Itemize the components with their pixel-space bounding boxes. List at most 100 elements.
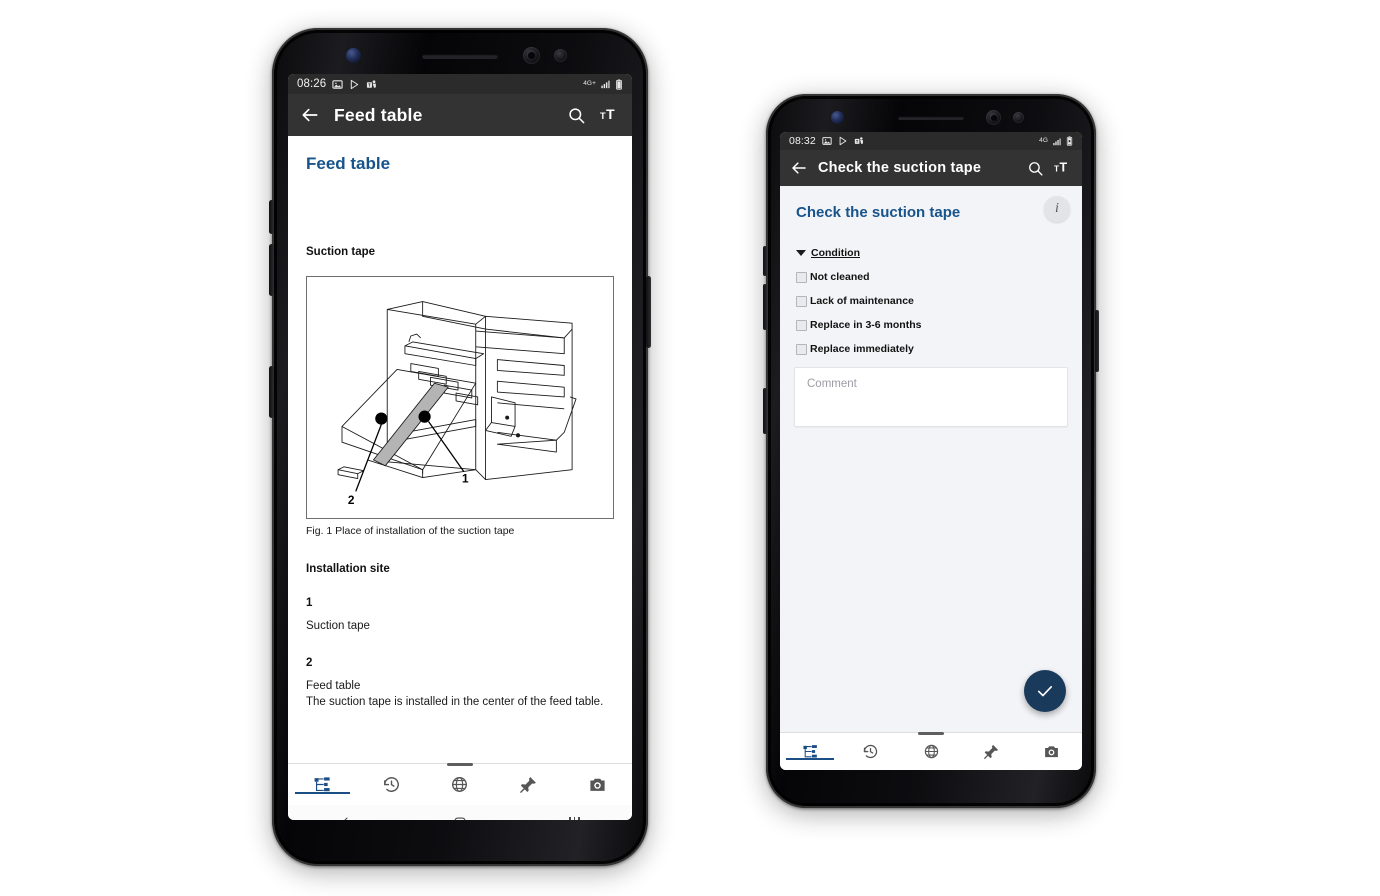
network-type-label: 4G+: [583, 79, 596, 87]
nav-item-structure[interactable]: [288, 775, 357, 794]
info-button[interactable]: i: [1044, 196, 1070, 222]
svg-text:T: T: [600, 111, 606, 121]
status-time: 08:26: [297, 78, 327, 90]
screenshot-canvas: 08:26 4G+ Feed table T T Feed table Suct…: [0, 0, 1380, 896]
text-size-icon[interactable]: T T: [600, 106, 620, 124]
document-content-left[interactable]: Feed table Suction tape 2 1 Fig. 1 Place…: [288, 136, 632, 763]
bixby-button-left[interactable]: [269, 200, 274, 234]
camera-icon: [1045, 746, 1059, 758]
legend-text-1: Suction tape: [306, 620, 370, 632]
globe-icon: [924, 744, 938, 759]
volume-down-button-right[interactable]: [763, 388, 767, 434]
condition-group-label: Condition: [811, 247, 860, 259]
iris-sensor-icon: [986, 110, 1001, 125]
android-back-button[interactable]: [288, 816, 403, 820]
nav-item-pinned[interactable]: [961, 743, 1021, 760]
photos-icon: [822, 136, 832, 146]
checkbox-label: Lack of maintenance: [810, 295, 914, 307]
earpiece-speaker: [422, 54, 498, 59]
iris-sensor-icon: [523, 47, 540, 64]
checkbox-row-lack-of-maintenance[interactable]: Lack of maintenance: [796, 295, 1082, 307]
svg-text:1: 1: [462, 472, 469, 486]
nav-item-camera[interactable]: [563, 775, 632, 794]
nav-item-camera[interactable]: [1022, 743, 1082, 760]
figure-container: 2 1: [306, 276, 614, 519]
nav-item-pinned[interactable]: [494, 775, 563, 794]
play-store-icon: [838, 136, 848, 146]
camera-icon: [590, 778, 605, 791]
history-clock-icon: [383, 777, 399, 792]
checkbox-replace-in-3-6-months[interactable]: [796, 320, 807, 331]
globe-icon: [452, 777, 468, 792]
legend-number-2: 2: [306, 656, 313, 669]
nav-item-web[interactable]: [901, 743, 961, 760]
feed-table-illustration: 2 1: [328, 277, 592, 513]
legend-number-1: 1: [306, 597, 313, 609]
status-bar-left-cluster: 08:26: [297, 78, 377, 90]
inspection-form: i Check the suction tape Condition Not c…: [780, 186, 1082, 732]
signal-bars-icon: [600, 79, 611, 89]
photos-icon: [332, 79, 343, 90]
android-home-button[interactable]: [403, 816, 518, 820]
android-recents-button[interactable]: [517, 816, 632, 820]
checkbox-replace-immediately[interactable]: [796, 344, 807, 355]
iris-sensor-inner: [528, 52, 535, 59]
text-size-icon[interactable]: T T: [1054, 160, 1072, 176]
status-time: 08:32: [789, 135, 816, 147]
checkbox-label: Replace in 3-6 months: [810, 319, 922, 331]
volume-up-button-right[interactable]: [763, 284, 767, 330]
checkbox-lack-of-maintenance[interactable]: [796, 296, 807, 307]
nav-item-structure[interactable]: [780, 743, 840, 760]
status-bar-left: 08:26 4G+: [288, 74, 632, 94]
recents-icon: [569, 816, 581, 820]
volume-down-button-left[interactable]: [269, 366, 274, 418]
form-title: Check the suction tape: [796, 204, 961, 221]
power-button-left[interactable]: [646, 276, 651, 348]
comment-textarea[interactable]: Comment: [794, 367, 1068, 427]
svg-text:T: T: [1054, 163, 1059, 173]
condition-group-header[interactable]: Condition: [796, 247, 1082, 259]
bixby-button-right[interactable]: [763, 246, 767, 276]
teams-icon: [854, 136, 864, 146]
drag-handle[interactable]: [918, 732, 944, 735]
app-bar-left: Feed table T T: [288, 94, 632, 136]
front-camera-icon: [346, 48, 361, 63]
drag-handle[interactable]: [447, 763, 473, 766]
volume-up-button-left[interactable]: [269, 244, 274, 296]
proximity-sensor-icon: [554, 49, 567, 62]
nav-active-indicator: [786, 757, 835, 760]
nav-item-history[interactable]: [357, 775, 426, 794]
page-title: Check the suction tape: [818, 160, 982, 176]
chevron-down-icon: [796, 250, 806, 256]
svg-text:2: 2: [348, 493, 355, 507]
battery-lock-icon: [1066, 136, 1073, 146]
checkbox-row-replace-immediately[interactable]: Replace immediately: [796, 343, 1082, 355]
back-arrow-icon[interactable]: [790, 159, 808, 177]
checkbox-row-replace-in-3-6-months[interactable]: Replace in 3-6 months: [796, 319, 1082, 331]
search-icon[interactable]: [1027, 160, 1044, 177]
phone-screen-right: 08:32 4G Check the suction tape T T i Ch…: [780, 132, 1082, 770]
power-button-right[interactable]: [1095, 310, 1099, 372]
search-icon[interactable]: [567, 106, 586, 125]
checkbox-row-not-cleaned[interactable]: Not cleaned: [796, 271, 1082, 283]
subsection-heading: Installation site: [306, 563, 390, 575]
phone-screen-left: 08:26 4G+ Feed table T T Feed table Suct…: [288, 74, 632, 820]
nav-item-history[interactable]: [840, 743, 900, 760]
page-title: Feed table: [334, 104, 423, 125]
confirm-fab-button[interactable]: [1024, 670, 1066, 712]
pin-icon: [520, 777, 537, 793]
callout-dot-1: [418, 410, 431, 423]
battery-icon: [615, 78, 623, 90]
front-camera-icon: [831, 111, 844, 124]
bottom-nav-left: [288, 763, 632, 805]
back-arrow-icon[interactable]: [300, 105, 320, 125]
phone-device-left: 08:26 4G+ Feed table T T Feed table Suct…: [269, 28, 651, 866]
checkbox-not-cleaned[interactable]: [796, 272, 807, 283]
signal-bars-icon: [1052, 137, 1062, 146]
teams-icon: [366, 79, 377, 90]
nav-item-web[interactable]: [426, 775, 495, 794]
callout-dot-2: [375, 412, 388, 425]
history-clock-icon: [863, 744, 878, 759]
status-bar-right-cluster: 4G+: [583, 78, 623, 90]
svg-text:T: T: [606, 106, 615, 122]
